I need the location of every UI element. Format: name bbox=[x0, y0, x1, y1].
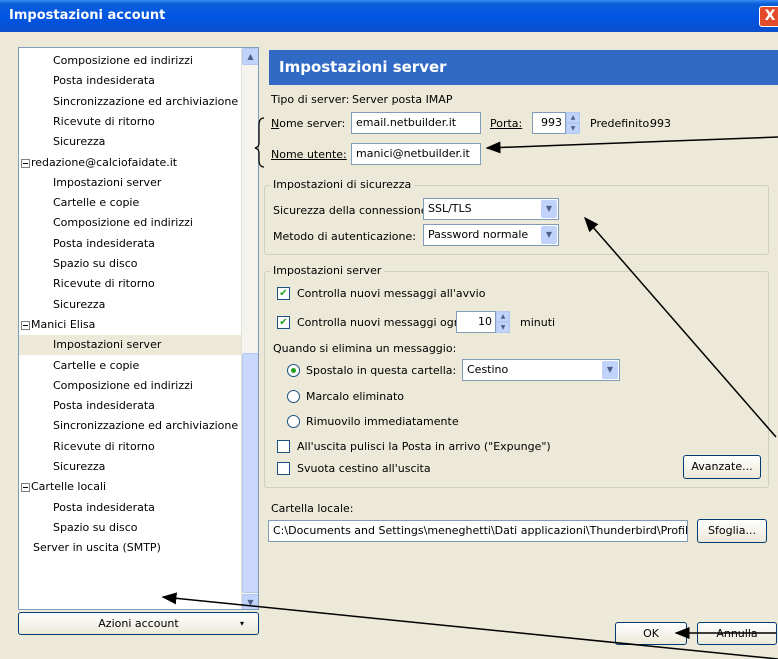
account-settings-window: Impostazioni account X Composizione ed i… bbox=[0, 0, 778, 659]
arrow-to-smtp bbox=[161, 592, 778, 659]
arrow-to-security bbox=[584, 216, 777, 438]
brace-mark bbox=[254, 117, 265, 168]
arrow-to-username bbox=[485, 136, 778, 154]
annotation-overlay bbox=[161, 117, 778, 659]
